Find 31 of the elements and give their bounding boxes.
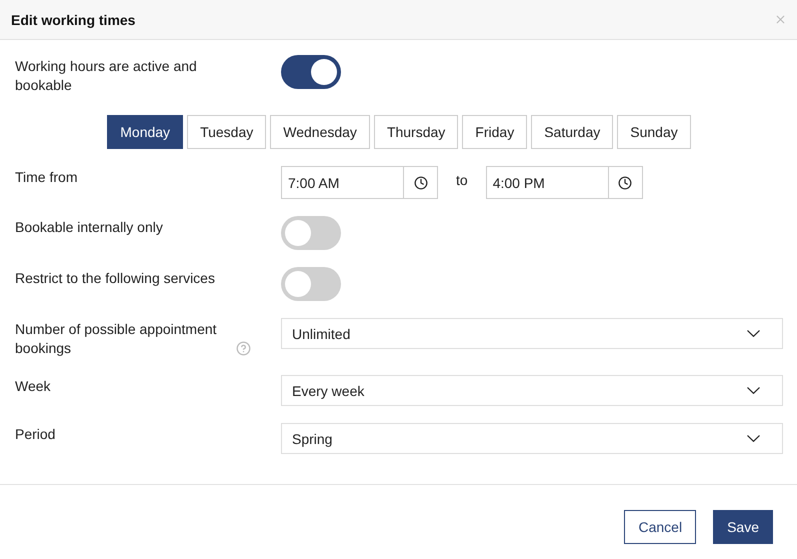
day-tab[interactable]: Saturday bbox=[531, 115, 614, 149]
chevron-down-icon bbox=[747, 435, 760, 442]
time-field[interactable]: 4:00 PM bbox=[486, 166, 643, 199]
help-icon[interactable] bbox=[236, 341, 251, 356]
close-button[interactable] bbox=[774, 13, 787, 26]
day-tab[interactable]: Wednesday bbox=[270, 115, 370, 149]
day-tab[interactable]: Monday bbox=[107, 115, 184, 149]
chevron-down-icon bbox=[747, 330, 760, 337]
chevron-down-icon bbox=[747, 387, 760, 394]
field-label: Restrict to the following services bbox=[15, 269, 216, 288]
toggle-switch[interactable] bbox=[281, 55, 341, 89]
field-label: Number of possible appointment bookings bbox=[15, 320, 218, 358]
field-label: Time from bbox=[15, 168, 78, 187]
field-label: Period bbox=[15, 425, 56, 444]
dropdown-select[interactable]: Spring bbox=[281, 423, 783, 454]
day-tab[interactable]: Tuesday bbox=[187, 115, 266, 149]
day-tab[interactable]: Friday bbox=[462, 115, 528, 149]
dialog-title: Edit working times bbox=[11, 12, 136, 28]
dropdown-select[interactable]: Every week bbox=[281, 375, 783, 406]
toggle-switch[interactable] bbox=[281, 267, 341, 301]
range-separator: to bbox=[455, 171, 469, 188]
dropdown-select[interactable]: Unlimited bbox=[281, 318, 783, 349]
field-label: Bookable internally only bbox=[15, 218, 164, 237]
secondary-button[interactable]: Cancel bbox=[624, 510, 696, 544]
primary-button[interactable]: Save bbox=[713, 510, 773, 544]
toggle-switch[interactable] bbox=[281, 216, 341, 250]
day-tab[interactable]: Sunday bbox=[617, 115, 691, 149]
day-tab[interactable]: Thursday bbox=[374, 115, 458, 149]
field-label: Week bbox=[15, 377, 52, 396]
time-field[interactable]: 7:00 AM bbox=[281, 166, 438, 199]
field-label: Working hours are active and bookable bbox=[15, 57, 198, 95]
